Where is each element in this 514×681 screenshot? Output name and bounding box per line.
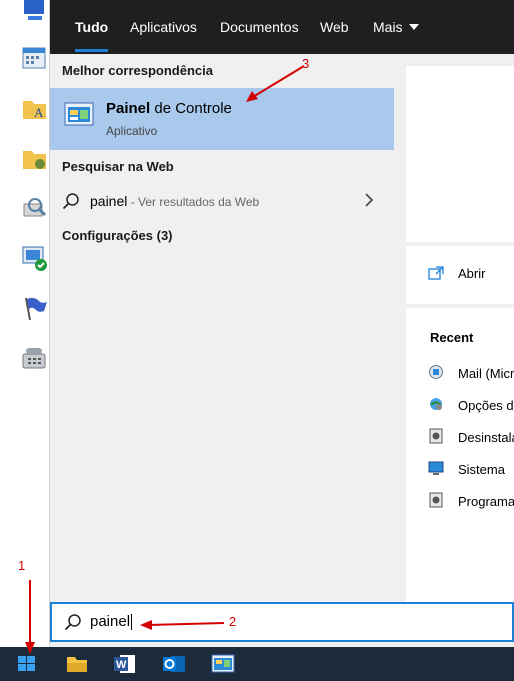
- search-box[interactable]: painel: [50, 602, 514, 642]
- result-title: Painel de Controle: [106, 100, 232, 117]
- recent-item[interactable]: Desinstala: [428, 428, 514, 450]
- security-center-icon[interactable]: [20, 244, 48, 272]
- web-hint: - Ver resultados da Web: [127, 195, 260, 209]
- tab-documentos[interactable]: Documentos: [208, 0, 311, 54]
- desktop-strip: A: [0, 0, 50, 647]
- search-icon: [64, 614, 81, 631]
- font-folder-icon[interactable]: A: [20, 94, 48, 122]
- search-input[interactable]: painel: [90, 613, 133, 631]
- word-icon: W: [114, 655, 135, 673]
- recent-item-label: Mail (Micr: [458, 366, 514, 381]
- folder-options-icon[interactable]: [20, 144, 48, 172]
- result-type: Aplicativo: [106, 124, 158, 138]
- recent-heading: Recent: [430, 330, 474, 345]
- web-search-heading: Pesquisar na Web: [62, 159, 174, 174]
- recent-item[interactable]: Sistema: [428, 460, 514, 482]
- file-explorer-icon: [67, 657, 87, 672]
- search-input-value: painel: [90, 613, 131, 630]
- indexing-options-icon[interactable]: [20, 194, 48, 222]
- control-panel-icon: [64, 102, 94, 126]
- start-search-panel: Tudo Aplicativos Documentos Web Mais Mel…: [50, 0, 514, 647]
- open-label: Abrir: [458, 266, 486, 281]
- results-pane: Melhor correspondência Painel de Control…: [50, 54, 394, 602]
- tab-tudo[interactable]: Tudo: [63, 0, 120, 54]
- taskbar-file-explorer[interactable]: [60, 650, 94, 678]
- recent-item[interactable]: Mail (Micr: [428, 364, 514, 386]
- preview-header: [406, 66, 514, 242]
- taskbar: W: [0, 647, 514, 681]
- search-tabs: Tudo Aplicativos Documentos Web Mais: [50, 0, 514, 54]
- taskbar-control-panel[interactable]: [206, 650, 240, 678]
- annotation-1: 1: [18, 558, 26, 573]
- preview-pane: Abrir Recent Mail (Micr Opções de Desins…: [394, 54, 514, 602]
- result-painel-de-controle[interactable]: Painel de Controle Aplicativo: [50, 88, 394, 150]
- system-icon: [428, 461, 444, 475]
- internet-options-icon: [430, 398, 442, 410]
- open-icon: [428, 266, 444, 280]
- chevron-right-icon[interactable]: [362, 193, 376, 207]
- best-match-heading: Melhor correspondência: [62, 63, 213, 78]
- mail-settings-icon: [429, 365, 443, 379]
- annotation-arrow-1: [25, 580, 35, 654]
- recent-item-label: Opções de: [458, 398, 514, 413]
- text-cursor: [131, 614, 133, 631]
- recent-section: Recent Mail (Micr Opções de Desinstala S…: [406, 308, 514, 602]
- annotation-2: 2: [229, 614, 237, 629]
- network-icon[interactable]: [20, 0, 48, 28]
- preview-actions: Abrir: [406, 246, 514, 304]
- svg-text:A: A: [34, 105, 44, 120]
- annotation-3: 3: [302, 56, 310, 71]
- settings-heading[interactable]: Configurações (3): [62, 228, 173, 243]
- flag-icon[interactable]: [20, 294, 48, 322]
- tab-label: Aplicativos: [130, 19, 197, 35]
- result-title-rest: de Controle: [150, 100, 232, 117]
- web-query: painel: [90, 193, 128, 209]
- programs-icon: [429, 492, 443, 508]
- tab-mais[interactable]: Mais: [361, 0, 431, 54]
- recent-item-label: Programa: [458, 494, 514, 509]
- web-search-result[interactable]: painel - Ver resultados da Web: [50, 186, 394, 216]
- web-search-text: painel - Ver resultados da Web: [90, 193, 259, 209]
- control-panel-icon: [211, 654, 235, 673]
- tab-aplicativos[interactable]: Aplicativos: [118, 0, 209, 54]
- tab-label: Tudo: [75, 19, 109, 35]
- result-title-match: Painel: [106, 100, 151, 117]
- tab-label: Mais: [373, 19, 403, 35]
- recent-item-label: Desinstala: [458, 430, 514, 445]
- annotation-arrow-2: [140, 620, 225, 630]
- search-icon: [62, 193, 79, 210]
- chevron-down-icon: [408, 24, 419, 31]
- taskbar-outlook[interactable]: [157, 650, 191, 678]
- svg-text:W: W: [116, 659, 127, 671]
- phone-modem-icon[interactable]: [20, 344, 48, 372]
- recent-item-label: Sistema: [458, 462, 505, 477]
- tab-label: Documentos: [220, 19, 299, 35]
- recent-item[interactable]: Programa: [428, 492, 514, 514]
- taskbar-word[interactable]: W: [108, 650, 142, 678]
- tab-label: Web: [320, 19, 349, 35]
- tab-web[interactable]: Web: [308, 0, 361, 54]
- recent-item[interactable]: Opções de: [428, 396, 514, 418]
- calendar-icon[interactable]: [20, 44, 48, 72]
- uninstall-icon: [429, 428, 443, 444]
- outlook-icon: [163, 656, 185, 672]
